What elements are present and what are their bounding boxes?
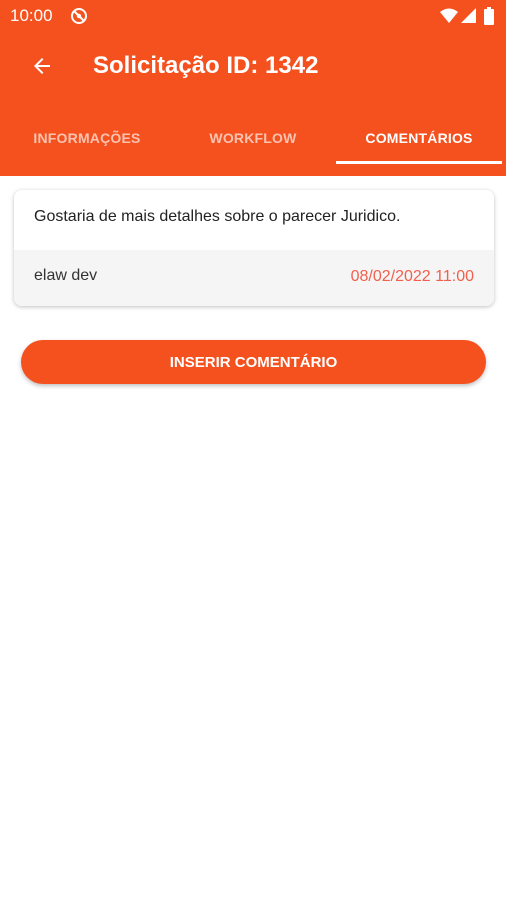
active-tab-indicator [336, 161, 502, 164]
arrow-left-icon [30, 54, 54, 83]
tab-bar: INFORMAÇÕES WORKFLOW COMENTÁRIOS [0, 112, 506, 164]
comment-footer: elaw dev 08/02/2022 11:00 [14, 250, 494, 306]
back-button[interactable] [22, 48, 62, 88]
battery-icon [484, 7, 494, 25]
wifi-icon [440, 8, 458, 24]
status-bar: 10:00 [0, 0, 506, 32]
comment-text: Gostaria de mais detalhes sobre o parece… [34, 208, 401, 225]
insert-comment-button[interactable]: INSERIR COMENTÁRIO [21, 340, 486, 384]
app-bar: 10:00 Solicitação ID: 1342 INFORMAÇÕES W… [0, 0, 506, 176]
toolbar: Solicitação ID: 1342 [0, 32, 506, 104]
comment-date: 08/02/2022 11:00 [350, 268, 474, 285]
tab-informacoes[interactable]: INFORMAÇÕES [4, 112, 170, 164]
tab-workflow[interactable]: WORKFLOW [170, 112, 336, 164]
status-time: 10:00 [10, 6, 53, 25]
signal-icon [461, 8, 476, 23]
comment-author: elaw dev [34, 267, 98, 284]
comment-card[interactable]: Gostaria de mais detalhes sobre o parece… [14, 190, 494, 306]
do-not-disturb-icon [70, 7, 88, 25]
page-title: Solicitação ID: 1342 [93, 52, 319, 79]
tab-comentarios[interactable]: COMENTÁRIOS [336, 112, 502, 164]
